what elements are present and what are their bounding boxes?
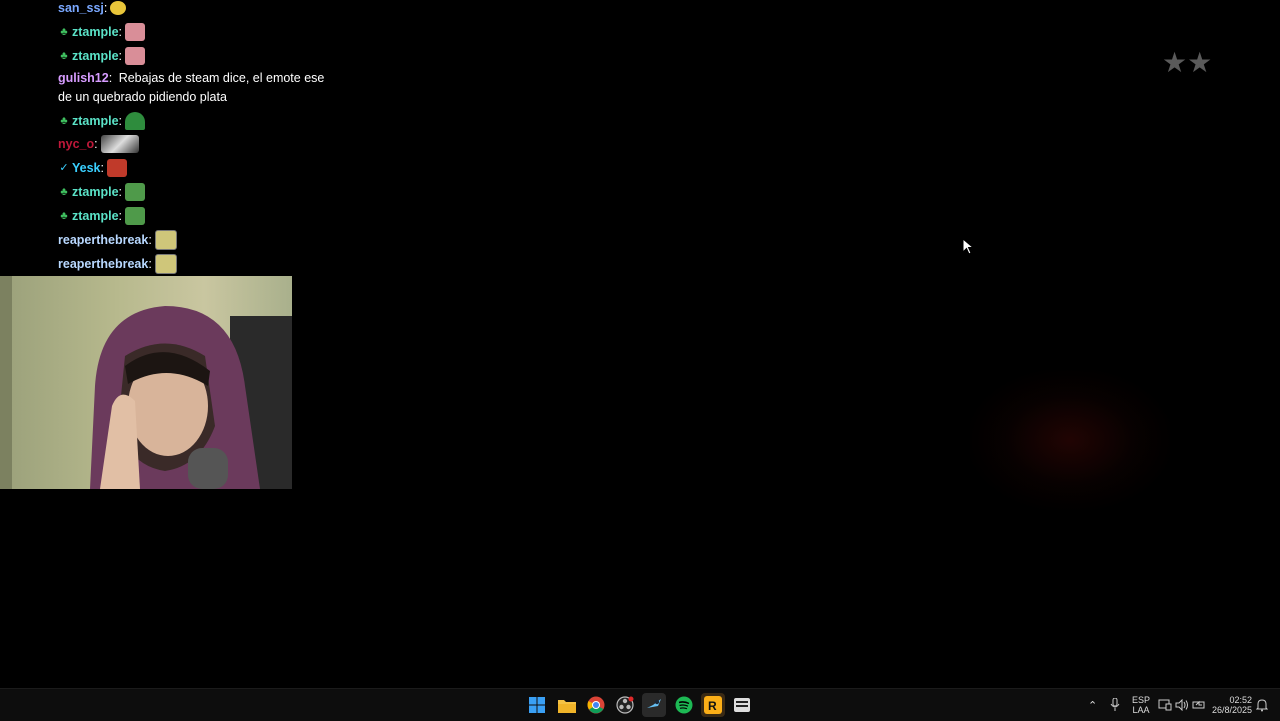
chat-username: ztample [72, 49, 119, 63]
chat-message: ♣ ztample: [58, 183, 146, 201]
chat-message: ♣ ztample: [58, 23, 146, 41]
chat-message: gulish12: Rebajas de steam dice, el emot… [58, 71, 325, 104]
emote-pink-icon [125, 23, 146, 41]
emote-pepe-icon [125, 183, 146, 201]
chat-username: san_ssj [58, 1, 104, 15]
clock-time: 02:52 [1229, 695, 1253, 705]
badge-icon: ♣ [60, 186, 68, 198]
chat-username: ztample [72, 209, 119, 223]
rockstar-icon[interactable]: R [701, 693, 725, 717]
chat-message: ♣ ztample: [58, 207, 146, 225]
chat-message: san_ssj: [58, 0, 127, 16]
chat-username: Yesk [72, 161, 101, 175]
chat-username: reaperthebreak [58, 233, 149, 247]
taskbar: R ⌃ ESP LAA 02:52 26/8/2025 [0, 688, 1280, 721]
stars-rating: ★★ [1162, 47, 1213, 78]
badge-icon: ✓ [59, 162, 69, 174]
chat-username: ztample [72, 114, 119, 128]
chrome-icon[interactable] [584, 693, 608, 717]
chevron-up-icon[interactable]: ⌃ [1088, 689, 1097, 721]
emote-doge-icon [110, 1, 127, 15]
spotify-icon[interactable] [672, 693, 696, 717]
emote-pink-icon [125, 47, 146, 65]
file-explorer-icon[interactable] [555, 693, 579, 717]
streamer-figure [0, 276, 292, 489]
badge-icon: ♣ [60, 50, 68, 62]
badge-icon: ♣ [60, 115, 68, 127]
emote-photo-icon [100, 135, 139, 153]
obs-icon[interactable] [613, 693, 637, 717]
chat-message: reaperthebreak: [58, 254, 177, 274]
emote-eyes-icon [154, 254, 177, 274]
microphone-icon[interactable] [1110, 689, 1120, 721]
badge-icon: ♣ [60, 26, 68, 38]
clock[interactable]: 02:52 26/8/2025 [1212, 689, 1252, 721]
windows-start-icon[interactable] [525, 693, 549, 717]
chat-message: ✓ Yesk: [58, 159, 127, 177]
notification-bell-icon[interactable] [1256, 689, 1268, 721]
chat-message: reaperthebreak: [58, 230, 177, 250]
webcam-feed [0, 276, 292, 489]
chat-username: gulish12 [58, 71, 109, 85]
background-glow [970, 370, 1170, 510]
chat-message: ♣ ztample: [58, 47, 146, 65]
badge-icon: ♣ [60, 210, 68, 222]
chat-username: ztample [72, 25, 119, 39]
steam-icon[interactable] [642, 693, 666, 717]
language-indicator[interactable]: ESP LAA [1132, 689, 1150, 721]
svg-text:R: R [708, 699, 717, 713]
chat-message: ♣ ztample: [58, 112, 146, 130]
app-icon[interactable] [730, 693, 754, 717]
chat-username: ztample [72, 185, 119, 199]
mouse-cursor-icon [962, 238, 974, 255]
network-icon[interactable] [1158, 689, 1172, 721]
clock-date: 26/8/2025 [1212, 705, 1253, 715]
battery-icon[interactable] [1192, 689, 1206, 721]
chat-username: reaperthebreak [58, 257, 149, 271]
emote-green-icon [125, 112, 146, 130]
emote-red-icon [107, 159, 127, 177]
chat-message: nyc_o: [58, 135, 139, 153]
volume-icon[interactable] [1175, 689, 1189, 721]
emote-eyes-icon [154, 230, 177, 250]
chat-username: nyc_o [58, 137, 95, 151]
emote-pepe-icon [125, 207, 146, 225]
